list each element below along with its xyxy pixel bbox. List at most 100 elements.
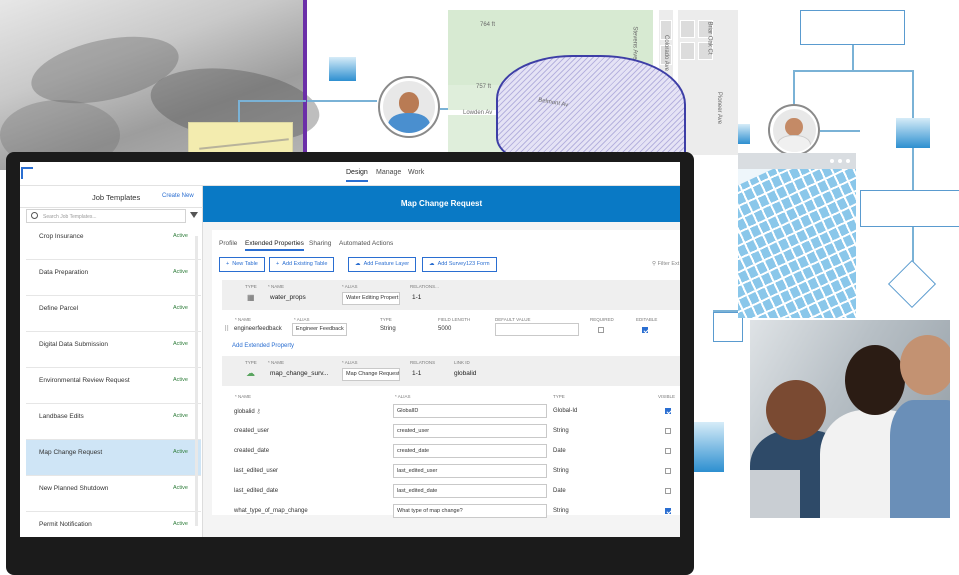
status-badge: Active <box>173 413 188 419</box>
visible-checkbox[interactable] <box>665 428 671 434</box>
status-badge: Active <box>173 305 188 311</box>
table-relations: 1-1 <box>412 370 422 377</box>
field-alias-input[interactable]: last_edited_user <box>393 464 547 478</box>
field-type: Date <box>553 488 566 494</box>
connector-line <box>238 100 306 102</box>
job-template-item[interactable]: Crop Insurance Active <box>26 224 201 260</box>
flow-box <box>860 190 959 227</box>
blue-square <box>738 124 750 144</box>
new-table-button[interactable]: + New Table <box>219 257 265 272</box>
field-length: 5000 <box>438 326 452 332</box>
job-template-name: New Planned Shutdown <box>39 485 109 492</box>
survey-cloud-icon: ☁ <box>246 368 255 378</box>
status-badge: Active <box>173 377 188 383</box>
field-type: String <box>553 508 569 514</box>
top-bar: Design Manage Work <box>20 162 680 186</box>
visible-checkbox[interactable] <box>665 468 671 474</box>
field-type: Date <box>553 448 566 454</box>
nav-work[interactable]: Work <box>408 169 424 176</box>
field-name: created_user <box>234 428 270 434</box>
job-template-item[interactable]: Landbase Edits Active <box>26 404 201 440</box>
table-relations: 1-1 <box>412 294 422 301</box>
properties-panel: Profile Extended Properties Sharing Auto… <box>212 230 680 518</box>
filter-field[interactable]: ⚲ Filter Ext <box>652 261 679 267</box>
job-template-item[interactable]: Map Change Request Active <box>26 440 201 476</box>
field-alias-input[interactable]: created_user <box>393 424 547 438</box>
status-badge: Active <box>173 341 188 347</box>
table-alias-input[interactable]: Water Editing Propert <box>342 292 400 305</box>
visible-checkbox[interactable] <box>665 488 671 494</box>
tab-profile[interactable]: Profile <box>219 240 237 247</box>
add-feature-layer-button[interactable]: ☁ Add Feature Layer <box>348 257 417 272</box>
status-badge: Active <box>173 449 188 455</box>
job-template-name: Map Change Request <box>39 449 103 456</box>
field-type: String <box>553 468 569 474</box>
visible-checkbox[interactable] <box>665 448 671 454</box>
field-name: engineerfeedback <box>234 326 282 332</box>
nav-design[interactable]: Design <box>346 169 368 182</box>
add-extended-property-link[interactable]: Add Extended Property <box>232 343 294 349</box>
tab-extended-properties[interactable]: Extended Properties <box>245 240 304 251</box>
connector-line <box>238 100 240 122</box>
field-alias-input[interactable]: Engineer Feedback <box>292 323 347 336</box>
field-name: created_date <box>234 448 270 454</box>
field-type: String <box>380 326 396 332</box>
table-name: water_props <box>270 294 306 301</box>
job-template-name: Data Preparation <box>39 269 89 276</box>
add-survey123-button[interactable]: ☁ Add Survey123 Form <box>422 257 497 272</box>
job-template-item[interactable]: Data Preparation Active <box>26 260 201 296</box>
job-template-item[interactable]: New Planned Shutdown Active <box>26 476 201 512</box>
search-icon <box>31 212 38 219</box>
field-type: Global-Id <box>553 408 578 414</box>
avatar-man <box>768 104 820 156</box>
app-logo-icon[interactable] <box>21 167 33 179</box>
key-icon: ⚷ <box>256 409 261 415</box>
tab-automated-actions[interactable]: Automated Actions <box>339 240 393 247</box>
job-template-name: Digital Data Submission <box>39 341 109 348</box>
required-checkbox[interactable] <box>598 327 604 333</box>
page-title: Map Change Request <box>400 199 483 208</box>
drag-handle-icon[interactable]: ⠿ <box>224 325 229 333</box>
field-alias-input[interactable]: created_date <box>393 444 547 458</box>
tab-sharing[interactable]: Sharing <box>309 240 331 247</box>
connector-line <box>793 70 913 72</box>
accent-line <box>303 0 307 155</box>
sidebar-title: Job Templates <box>92 193 141 202</box>
connector-line <box>820 130 860 132</box>
add-existing-table-button[interactable]: + Add Existing Table <box>269 257 335 272</box>
app-screen: Design Manage Work Job Templates Create … <box>20 162 680 537</box>
field-alias-input[interactable]: last_edited_date <box>393 484 547 498</box>
job-template-name: Permit Notification <box>39 521 92 528</box>
nav-manage[interactable]: Manage <box>376 169 401 176</box>
job-template-item[interactable]: Environmental Review Request Active <box>26 368 201 404</box>
blue-square <box>694 422 724 472</box>
default-value-input[interactable] <box>495 323 579 336</box>
field-name: what_type_of_map_change <box>234 508 308 514</box>
job-template-item[interactable]: Digital Data Submission Active <box>26 332 201 368</box>
connector-line <box>307 100 377 102</box>
create-new-link[interactable]: Create New <box>162 193 194 199</box>
search-icon: ⚲ <box>652 261 657 267</box>
job-template-item[interactable]: Define Parcel Active <box>26 296 201 332</box>
editable-checkbox[interactable] <box>642 327 648 333</box>
visible-checkbox[interactable] <box>665 408 671 414</box>
table-water-props: TYPE * NAME * ALIAS RELATIONS... ▦ water… <box>222 280 680 310</box>
marketing-collage: 764 ft 757 ft Lowden Av Belmont Av Steve… <box>0 0 959 575</box>
scrollbar[interactable] <box>195 236 198 526</box>
team-photo <box>750 320 950 518</box>
table-name: map_change_surv... <box>270 370 329 377</box>
field-alias-input[interactable]: GlobalID <box>393 404 547 418</box>
field-type: String <box>553 428 569 434</box>
background-map: 764 ft 757 ft Lowden Av Belmont Av Steve… <box>448 10 738 155</box>
table-alias-input[interactable]: Map Change Request <box>342 368 400 381</box>
filter-icon[interactable] <box>190 212 198 218</box>
job-template-item[interactable]: Permit Notification Active <box>26 512 201 537</box>
search-input[interactable]: Search Job Templates... <box>26 209 186 223</box>
job-template-name: Crop Insurance <box>39 233 84 240</box>
field-alias-input[interactable]: What type of map change? <box>393 504 547 518</box>
visible-checkbox[interactable] <box>665 508 671 514</box>
blue-square <box>329 57 356 81</box>
job-template-name: Define Parcel <box>39 305 79 312</box>
table-icon: ▦ <box>247 293 255 302</box>
field-name: globalid ⚷ <box>234 409 261 415</box>
